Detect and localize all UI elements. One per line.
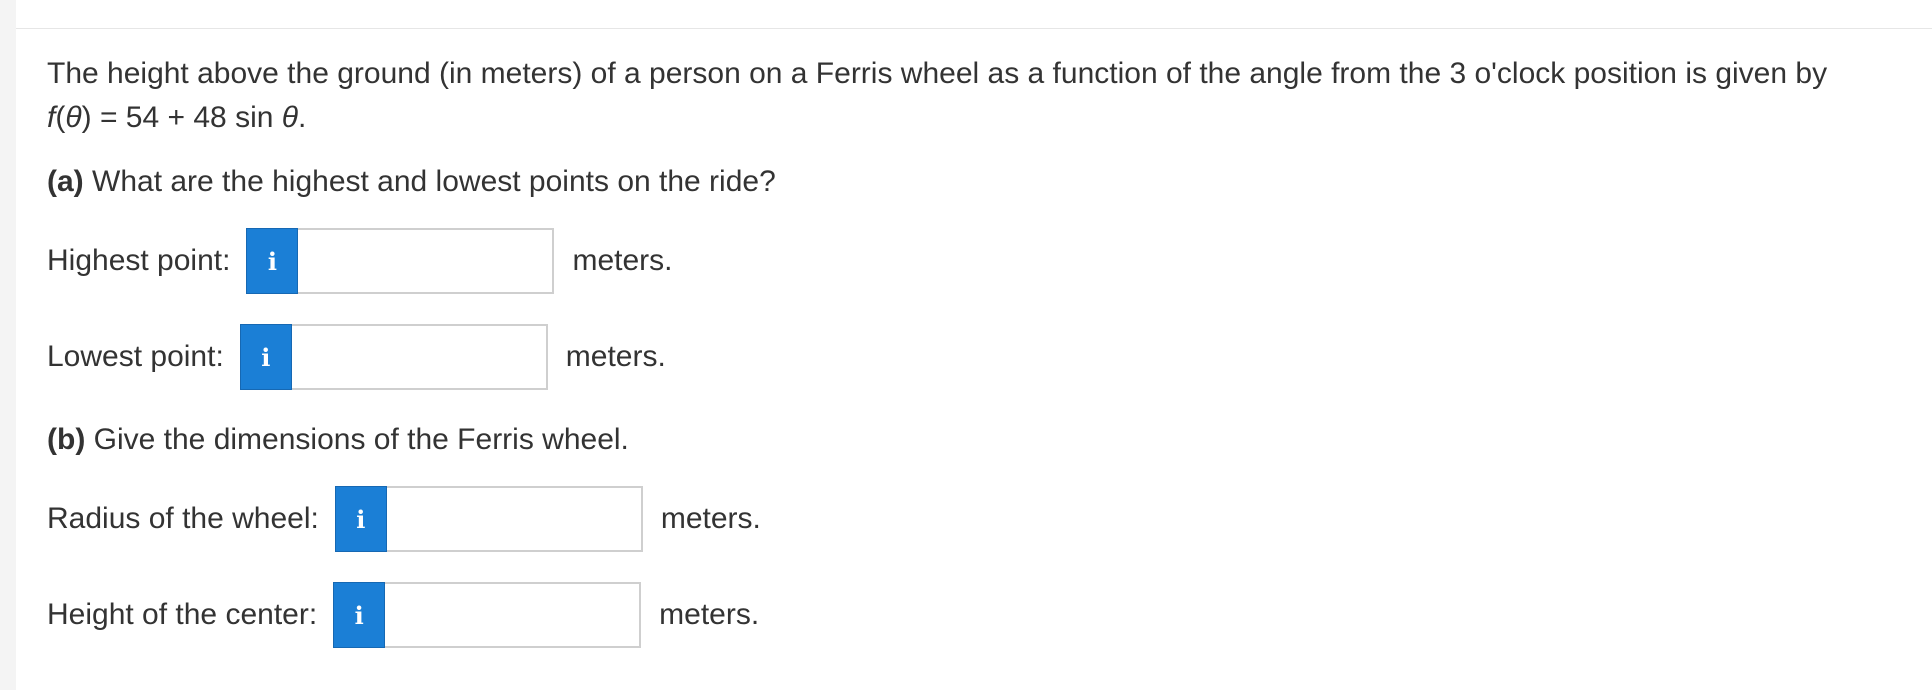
center-height-label: Height of the center: xyxy=(47,598,318,631)
part-a-tag: (a) xyxy=(47,165,84,198)
info-icon[interactable]: i xyxy=(334,486,387,552)
radius-label: Radius of the wheel: xyxy=(47,502,319,535)
unit-label: meters. xyxy=(565,340,666,373)
part-a-text: What are the highest and lowest points o… xyxy=(83,165,776,198)
part-b-tag: (b) xyxy=(47,423,86,456)
part-a-heading: (a) What are the highest and lowest poin… xyxy=(47,162,776,202)
lowest-point-row: Lowest point: i meters. xyxy=(47,324,666,390)
highest-point-label: Highest point: xyxy=(47,244,231,277)
question-panel: The height above the ground (in meters) … xyxy=(16,0,1932,690)
question-text: The height above the ground (in meters) … xyxy=(47,52,1907,140)
unit-label: meters. xyxy=(572,244,673,277)
unit-label: meters. xyxy=(660,502,761,535)
clipped-heading xyxy=(176,0,386,4)
center-height-input[interactable] xyxy=(385,582,642,648)
question-statement: The height above the ground (in meters) … xyxy=(47,57,1828,90)
divider xyxy=(16,28,1932,29)
info-icon[interactable]: i xyxy=(333,582,386,648)
info-icon[interactable]: i xyxy=(239,324,292,390)
info-icon[interactable]: i xyxy=(246,228,299,294)
part-b-text: Give the dimensions of the Ferris wheel. xyxy=(85,423,629,456)
highest-point-input[interactable] xyxy=(298,228,555,294)
lowest-point-input[interactable] xyxy=(291,324,548,390)
radius-row: Radius of the wheel: i meters. xyxy=(47,486,761,552)
highest-point-row: Highest point: i meters. xyxy=(47,228,672,294)
part-b-heading: (b) Give the dimensions of the Ferris wh… xyxy=(47,420,629,460)
question-formula: f(θ) = 54 + 48 sin θ. xyxy=(47,101,307,134)
radius-input[interactable] xyxy=(386,486,643,552)
unit-label: meters. xyxy=(659,598,760,631)
center-height-row: Height of the center: i meters. xyxy=(47,582,759,648)
lowest-point-label: Lowest point: xyxy=(47,340,224,373)
